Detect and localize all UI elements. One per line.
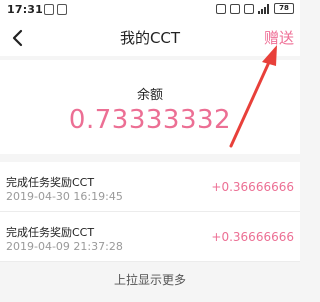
transaction-title: 完成任务奖励CCT [6, 226, 95, 239]
balance-card: 余额 0.73333332 [0, 60, 300, 154]
transaction-time: 2019-04-30 16:19:45 [6, 190, 123, 203]
transaction-row[interactable]: 完成任务奖励CCT 2019-04-30 16:19:45 +0.3666666… [0, 162, 300, 212]
notification-icon [44, 4, 54, 15]
notification-icons [44, 4, 67, 15]
gift-button[interactable]: 赠送 [264, 20, 294, 56]
balance-label: 余额 [136, 88, 163, 103]
signal-icon [258, 3, 269, 14]
page-title: 我的CCT [119, 29, 181, 47]
transaction-list: 完成任务奖励CCT 2019-04-30 16:19:45 +0.3666666… [0, 162, 300, 262]
message-icon [57, 4, 67, 15]
vibrate-icon [244, 3, 254, 14]
status-bar: 17:31 78 [0, 0, 300, 20]
transaction-title: 完成任务奖励CCT [6, 176, 95, 189]
hd-icon [230, 3, 240, 14]
transaction-amount: +0.36666666 [211, 180, 294, 194]
transaction-row[interactable]: 完成任务奖励CCT 2019-04-09 21:37:28 +0.3666666… [0, 212, 300, 262]
balance-value: 0.73333332 [68, 105, 232, 135]
nav-bar: 我的CCT 赠送 [0, 20, 300, 56]
alarm-icon [216, 3, 226, 14]
transaction-time: 2019-04-09 21:37:28 [6, 240, 123, 253]
load-more-label[interactable]: 上拉显示更多 [0, 271, 300, 288]
transaction-amount: +0.36666666 [211, 230, 294, 244]
status-right: 78 [216, 3, 294, 14]
battery-icon: 78 [274, 3, 294, 14]
status-time: 17:31 [7, 3, 44, 16]
